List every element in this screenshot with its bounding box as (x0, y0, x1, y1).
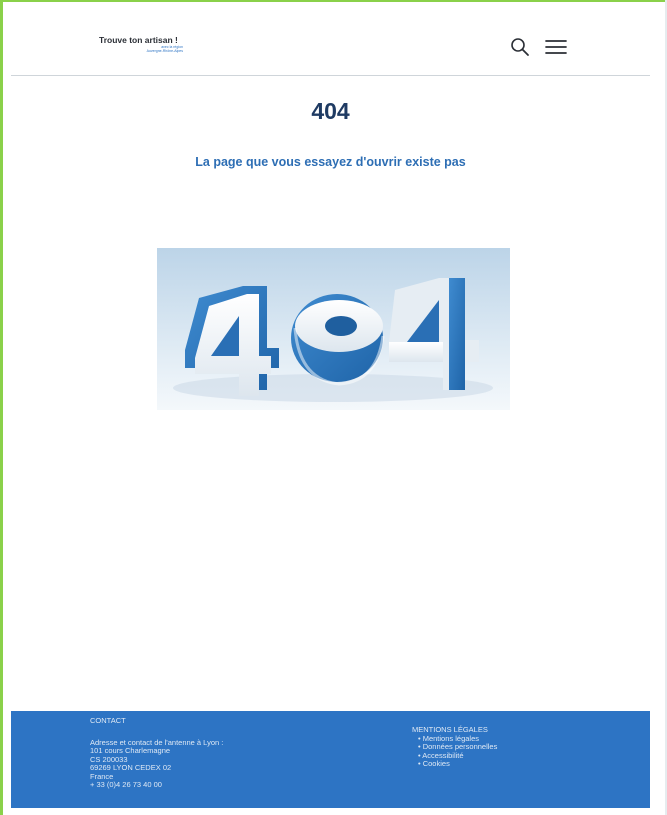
link-cookies[interactable]: Cookies (418, 759, 497, 769)
footer-contact: CONTACT Adresse et contact de l'antenne … (90, 716, 223, 790)
menu-button[interactable] (545, 38, 567, 56)
search-button[interactable] (510, 37, 530, 57)
site-header: Trouve ton artisan ! avec la région Auve… (11, 0, 650, 76)
site-footer: CONTACT Adresse et contact de l'antenne … (11, 711, 650, 808)
search-icon (511, 38, 529, 56)
logo-tagline-line2: Auvergne-Rhône-Alpes (146, 49, 183, 53)
footer-legal: MENTIONS LÉGALES Mentions légales Donnée… (412, 725, 497, 769)
contact-phone[interactable]: + 33 (0)4 26 73 40 00 (90, 780, 223, 790)
404-illustration: 404 (157, 248, 510, 410)
error-message: La page que vous essayez d'ouvrir existe… (195, 155, 466, 169)
logo-title: Trouve ton artisan ! (99, 35, 178, 45)
site-logo[interactable]: Trouve ton artisan ! avec la région Auve… (99, 35, 209, 57)
hamburger-menu-icon (545, 40, 567, 54)
header-divider (11, 75, 650, 76)
page-title: 404 (311, 98, 350, 124)
contact-heading: CONTACT (90, 716, 126, 725)
legal-links: Mentions légales Données personnelles Ac… (412, 734, 497, 769)
